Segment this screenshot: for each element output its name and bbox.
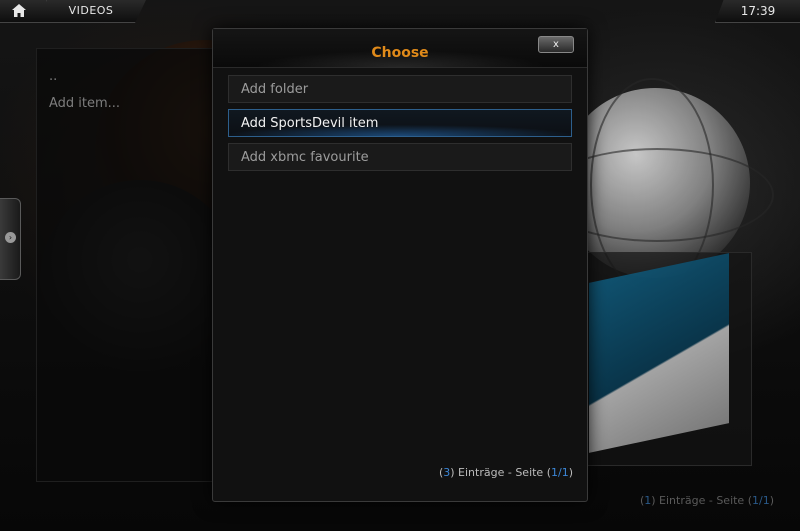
section-title: VIDEOS <box>36 0 146 23</box>
entry-count: 3 <box>443 466 451 479</box>
background-entries-text: Einträge - Seite <box>659 494 745 507</box>
chevron-right-icon: › <box>5 232 16 243</box>
background-count: 1 <box>644 494 652 507</box>
close-button[interactable]: x <box>538 36 574 53</box>
home-icon <box>12 4 26 17</box>
parent-folder-item[interactable]: .. <box>49 69 57 84</box>
volleyball-image <box>540 78 774 292</box>
background-footer: (1) Einträge - Seite (1/1) <box>639 494 774 507</box>
option-label: Add xbmc favourite <box>241 150 369 165</box>
book-thumbnail <box>589 253 729 453</box>
option-label: Add SportsDevil item <box>241 116 379 131</box>
entries-text: Einträge - Seite <box>458 466 544 479</box>
add-item-entry[interactable]: Add item... <box>49 96 120 111</box>
option-add-xbmc-favourite[interactable]: Add xbmc favourite <box>228 143 572 171</box>
side-menu-tab[interactable]: › <box>0 198 21 280</box>
option-label: Add folder <box>241 82 309 97</box>
file-list-panel: .. Add item... <box>36 48 238 482</box>
option-add-sportsdevil-item[interactable]: Add SportsDevil item <box>228 109 572 137</box>
page-indicator: 1/1 <box>551 466 569 479</box>
choose-dialog: Choose x Add folder Add SportsDevil item… <box>212 28 588 502</box>
dialog-title: Choose <box>371 45 429 61</box>
dialog-footer: (3) Einträge - Seite (1/1) <box>438 466 573 479</box>
option-add-folder[interactable]: Add folder <box>228 75 572 103</box>
clock: 17:39 <box>715 0 800 23</box>
thumbnail-panel <box>578 252 752 466</box>
background-page: 1/1 <box>752 494 770 507</box>
